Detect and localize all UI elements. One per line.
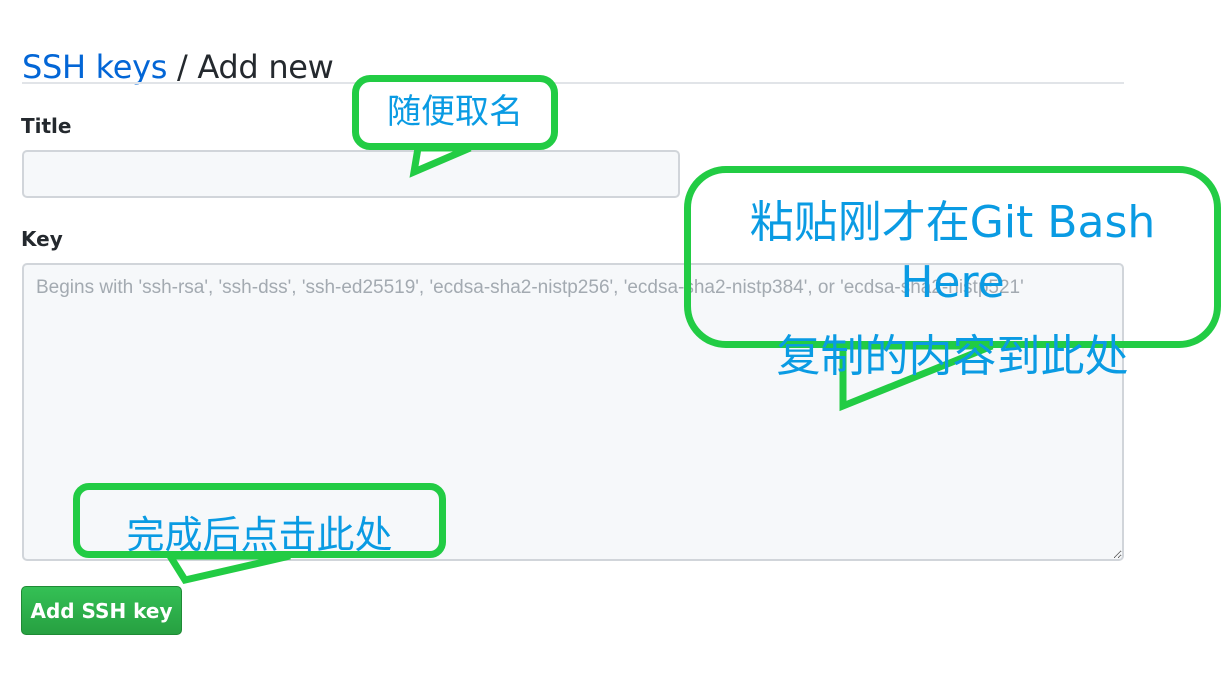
key-annotation-line2: 复制的内容到此处 — [776, 331, 1129, 382]
title-annotation-callout: 随便取名 — [352, 75, 558, 150]
key-annotation-callout: 粘贴刚才在Git Bash Here 复制的内容到此处 — [684, 166, 1221, 382]
submit-annotation-callout: 完成后点击此处 — [73, 483, 446, 558]
key-annotation-line1: 粘贴刚才在Git Bash Here — [749, 197, 1156, 308]
header-divider — [22, 82, 1124, 84]
add-ssh-key-button[interactable]: Add SSH key — [21, 586, 182, 635]
breadcrumb-current: Add new — [197, 48, 334, 87]
title-label: Title — [21, 114, 72, 138]
ssh-keys-link[interactable]: SSH keys — [22, 48, 167, 86]
title-input[interactable] — [22, 150, 680, 198]
breadcrumb-separator: / — [177, 48, 188, 87]
submit-annotation-text: 完成后点击此处 — [126, 513, 393, 557]
key-label: Key — [21, 227, 63, 251]
title-annotation-text: 随便取名 — [387, 92, 523, 132]
